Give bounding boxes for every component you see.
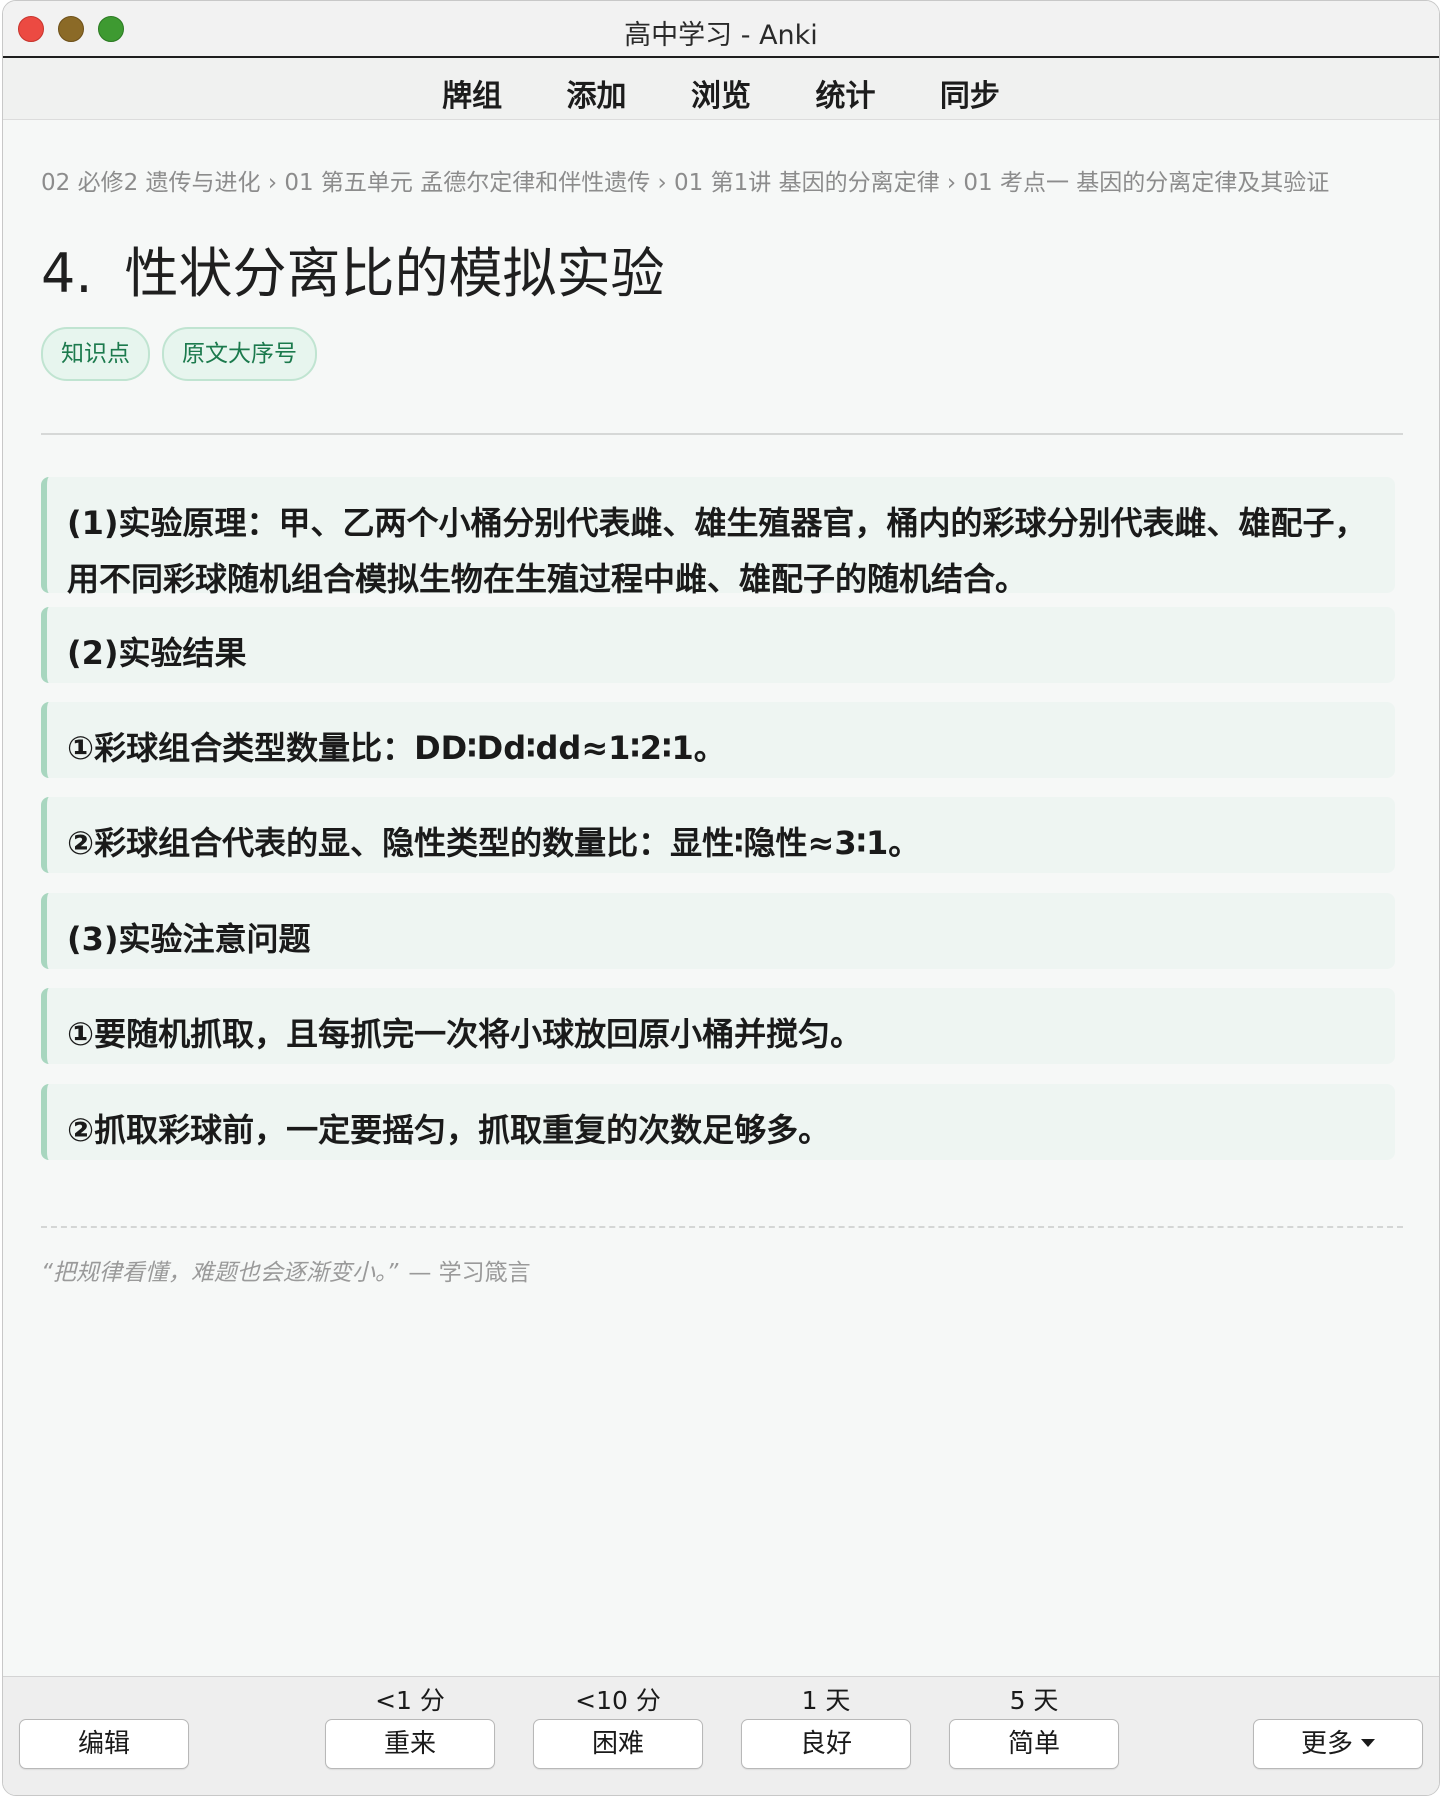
chevron-down-icon	[1361, 1739, 1375, 1747]
quote-text: “把规律看懂，难题也会逐渐变小。”	[41, 1260, 399, 1286]
block-result-heading: (2)实验结果	[41, 607, 1395, 683]
tag-list: 知识点 原文大序号	[41, 327, 329, 381]
main-toolbar: 牌组 添加 浏览 统计 同步	[3, 58, 1439, 120]
card-heading: 4. 性状分离比的模拟实验	[41, 229, 665, 308]
good-button[interactable]: 良好	[741, 1719, 911, 1769]
again-button[interactable]: 重来	[325, 1719, 495, 1769]
deck-breadcrumb: 02 必修2 遗传与进化 › 01 第五单元 孟德尔定律和伴性遗传 › 01 第…	[41, 170, 1330, 196]
hard-button[interactable]: 困难	[533, 1719, 703, 1769]
block-result-2: ②彩球组合代表的显、隐性类型的数量比：显性∶隐性≈3∶1。	[41, 797, 1395, 873]
answer-bar: 编辑 <1 分 重来 <10 分 困难 1 天 良好 5 天 简单 更多	[3, 1676, 1439, 1795]
title-bar: 高中学习 - Anki	[3, 1, 1439, 58]
more-button[interactable]: 更多	[1253, 1719, 1423, 1769]
quote-source: — 学习箴言	[408, 1260, 531, 1286]
hard-interval: <10 分	[575, 1686, 661, 1715]
window-title: 高中学习 - Anki	[624, 20, 818, 51]
tag-original-section: 原文大序号	[162, 327, 317, 381]
menu-add[interactable]: 添加	[567, 71, 627, 115]
anki-window: 高中学习 - Anki 牌组 添加 浏览 统计 同步 02 必修2 遗传与进化 …	[2, 0, 1440, 1796]
again-interval: <1 分	[375, 1686, 445, 1715]
more-button-label: 更多	[1300, 1729, 1353, 1759]
quote-divider	[41, 1226, 1403, 1228]
menu-sync[interactable]: 同步	[940, 71, 1000, 115]
easy-button[interactable]: 简单	[949, 1719, 1119, 1769]
easy-interval: 5 天	[1009, 1686, 1059, 1715]
menu-stats[interactable]: 统计	[815, 71, 875, 115]
block-notes-heading: (3)实验注意问题	[41, 893, 1395, 969]
tag-knowledge-point: 知识点	[41, 327, 150, 381]
edit-button[interactable]: 编辑	[19, 1719, 189, 1769]
heading-number: 4.	[41, 242, 93, 305]
block-note-1: ①要随机抓取，且每抓完一次将小球放回原小桶并搅匀。	[41, 988, 1395, 1064]
heading-text: 性状分离比的模拟实验	[124, 242, 665, 305]
motto-quote: “把规律看懂，难题也会逐渐变小。” — 学习箴言	[41, 1253, 531, 1287]
menu-browse[interactable]: 浏览	[691, 71, 751, 115]
block-result-1: ①彩球组合类型数量比：DD∶Dd∶dd≈1∶2∶1。	[41, 702, 1395, 778]
block-principle: (1)实验原理：甲、乙两个小桶分别代表雌、雄生殖器官，桶内的彩球分别代表雌、雄配…	[41, 477, 1395, 598]
section-divider	[41, 433, 1403, 435]
menu-decks[interactable]: 牌组	[442, 71, 502, 115]
good-interval: 1 天	[801, 1686, 851, 1715]
block-note-2: ②抓取彩球前，一定要摇匀，抓取重复的次数足够多。	[41, 1084, 1395, 1160]
